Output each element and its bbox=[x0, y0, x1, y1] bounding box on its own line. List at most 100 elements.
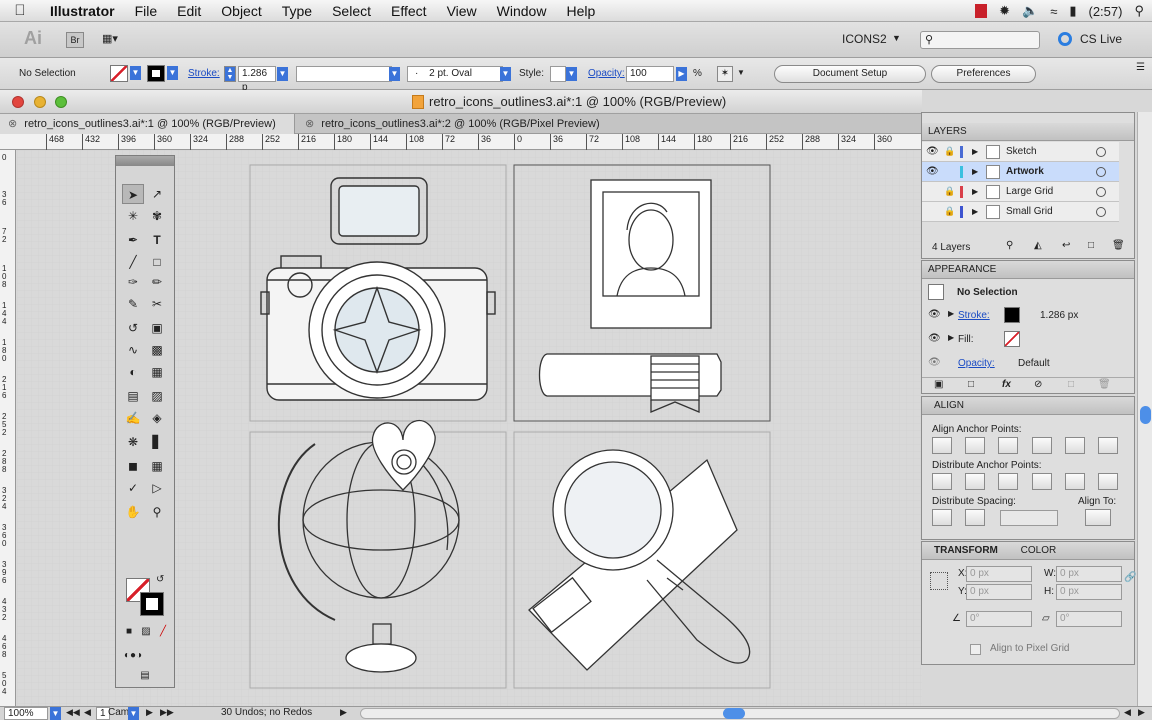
make-clipping-mask-icon[interactable]: ◭ bbox=[1034, 240, 1042, 251]
spotlight-icon[interactable]: ⚲ bbox=[1134, 3, 1144, 19]
shear-field[interactable]: 0° bbox=[1056, 611, 1122, 627]
align-top-button[interactable] bbox=[1032, 437, 1052, 454]
vertical-scrollbar[interactable] bbox=[1137, 112, 1152, 706]
color-mode-button[interactable]: ■ bbox=[120, 624, 138, 640]
appearance-stroke-label[interactable]: Stroke: bbox=[958, 310, 990, 321]
shape-builder-tool[interactable]: ◐ bbox=[122, 362, 144, 382]
zoom-tool[interactable]: ⚲ bbox=[146, 502, 168, 522]
stroke-expand-icon[interactable]: ▶ bbox=[948, 309, 954, 318]
align-left-button[interactable] bbox=[932, 437, 952, 454]
new-sublayer-icon[interactable]: ↩ bbox=[1062, 240, 1070, 251]
adobe-status-icon[interactable] bbox=[975, 4, 988, 18]
align-panel-header[interactable]: ALIGN bbox=[922, 397, 1134, 415]
pixel-grid-checkbox[interactable] bbox=[970, 644, 981, 655]
stroke-weight-dropdown[interactable]: ▼ bbox=[277, 67, 288, 81]
distribute-hcenter-button[interactable] bbox=[1065, 473, 1085, 490]
appearance-stroke-swatch[interactable] bbox=[1004, 307, 1020, 323]
reference-point-icon[interactable] bbox=[930, 572, 948, 590]
tab-document-1[interactable]: ⊗ retro_icons_outlines3.ai*:1 @ 100% (RG… bbox=[0, 114, 295, 134]
target-icon[interactable] bbox=[1096, 187, 1106, 197]
x-field[interactable]: 0 px bbox=[966, 566, 1032, 582]
distribute-vcenter-button[interactable] bbox=[965, 473, 985, 490]
gradient-mode-button[interactable]: ▨ bbox=[137, 624, 155, 640]
chevron-down-icon[interactable]: ▼ bbox=[737, 68, 745, 77]
stroke-weight-field[interactable]: 1.286 p bbox=[238, 66, 276, 93]
control-panel-menu-icon[interactable]: ☰ bbox=[1136, 62, 1145, 73]
y-field[interactable]: 0 px bbox=[966, 584, 1032, 600]
first-artboard-button[interactable]: ◀◀ bbox=[66, 707, 80, 718]
align-horizontal-center-button[interactable] bbox=[965, 437, 985, 454]
close-tab-icon[interactable]: ⊗ bbox=[305, 118, 314, 130]
horizontal-scroll-thumb[interactable] bbox=[723, 708, 745, 719]
type-tool[interactable]: T bbox=[146, 230, 168, 250]
menu-help[interactable]: Help bbox=[556, 3, 605, 19]
slice-tool[interactable]: ▦ bbox=[146, 456, 168, 476]
variable-width-dropdown[interactable]: ▼ bbox=[389, 67, 400, 81]
menu-view[interactable]: View bbox=[437, 3, 487, 19]
search-input[interactable]: ⚲ bbox=[920, 31, 1040, 49]
delete-item-icon[interactable]: 🗑 bbox=[1098, 379, 1111, 390]
target-icon[interactable] bbox=[1096, 167, 1106, 177]
tools-panel-header[interactable] bbox=[116, 156, 174, 166]
menu-file[interactable]: File bbox=[125, 3, 168, 19]
visibility-icon[interactable]: 👁 bbox=[926, 146, 939, 157]
appearance-panel-header[interactable]: APPEARANCE bbox=[922, 261, 1134, 279]
layer-row-large-grid[interactable]: 🔒 ▶ Large Grid bbox=[922, 182, 1119, 202]
scroll-left-icon[interactable]: ◀ bbox=[1124, 707, 1131, 718]
artboard-tool[interactable]: ◼ bbox=[122, 456, 144, 476]
line-tool[interactable]: ╱ bbox=[122, 252, 144, 272]
appearance-opacity-label[interactable]: Opacity: bbox=[958, 358, 995, 369]
perspective-grid-tool[interactable]: ▦ bbox=[146, 362, 168, 382]
layer-name[interactable]: Large Grid bbox=[1006, 186, 1053, 197]
pen-tool[interactable]: ✒ bbox=[122, 230, 144, 250]
stroke-visibility-icon[interactable]: 👁 bbox=[928, 309, 941, 320]
add-stroke-icon[interactable]: ▣ bbox=[934, 379, 943, 390]
fill-dropdown[interactable]: ▼ bbox=[130, 66, 141, 80]
layer-row-artwork[interactable]: 👁 ▶ Artwork bbox=[922, 162, 1119, 182]
stroke-swatch[interactable] bbox=[147, 65, 165, 82]
lasso-tool[interactable]: ✾ bbox=[146, 206, 168, 226]
variable-width-field[interactable] bbox=[296, 66, 392, 82]
rotate-tool[interactable]: ↺ bbox=[122, 318, 144, 338]
swap-colors-icon[interactable]: ↺ bbox=[156, 574, 164, 585]
layers-title[interactable]: LAYERS bbox=[928, 126, 967, 137]
battery-icon[interactable]: ▮ bbox=[1069, 3, 1076, 19]
expand-icon[interactable]: ▶ bbox=[972, 207, 978, 216]
stroke-dropdown[interactable]: ▼ bbox=[167, 66, 178, 80]
next-artboard-button[interactable]: ▶ bbox=[146, 707, 153, 718]
appearance-title[interactable]: APPEARANCE bbox=[928, 264, 996, 275]
expand-icon[interactable]: ▶ bbox=[972, 167, 978, 176]
expand-icon[interactable]: ▶ bbox=[972, 187, 978, 196]
duplicate-item-icon[interactable]: □ bbox=[1068, 379, 1074, 390]
distribute-left-button[interactable] bbox=[1032, 473, 1052, 490]
menu-select[interactable]: Select bbox=[322, 3, 381, 19]
new-layer-icon[interactable]: □ bbox=[1088, 240, 1094, 251]
cs-live-menu[interactable]: CS Live bbox=[1080, 32, 1122, 46]
opacity-visibility-icon[interactable]: 👁 bbox=[928, 357, 941, 368]
fill-expand-icon[interactable]: ▶ bbox=[948, 333, 954, 342]
hand-tool[interactable]: ✋ bbox=[122, 502, 144, 522]
constrain-proportions-icon[interactable]: 🔗 bbox=[1124, 572, 1136, 583]
vertical-distribute-space-button[interactable] bbox=[932, 509, 952, 526]
direct-selection-tool[interactable]: ↗ bbox=[146, 184, 168, 204]
rectangle-tool[interactable]: □ bbox=[146, 252, 168, 272]
lock-icon[interactable]: 🔒 bbox=[944, 186, 955, 197]
blob-brush-tool[interactable]: ✎ bbox=[122, 294, 144, 314]
menu-object[interactable]: Object bbox=[211, 3, 271, 19]
visibility-icon[interactable]: 👁 bbox=[926, 166, 939, 177]
delete-layer-icon[interactable]: 🗑 bbox=[1112, 240, 1125, 251]
align-bottom-button[interactable] bbox=[1098, 437, 1118, 454]
column-graph-tool[interactable]: ▋ bbox=[146, 432, 168, 452]
align-to-button[interactable] bbox=[1085, 509, 1111, 526]
cs-live-icon[interactable] bbox=[1058, 32, 1072, 46]
align-title[interactable]: ALIGN bbox=[934, 400, 964, 411]
stroke-color-swatch[interactable] bbox=[140, 592, 164, 616]
menu-edit[interactable]: Edit bbox=[167, 3, 211, 19]
locate-object-icon[interactable]: ⚲ bbox=[1006, 240, 1013, 251]
tab-color[interactable]: COLOR bbox=[1021, 545, 1057, 556]
workspace-switcher[interactable]: ICONS2 bbox=[842, 32, 887, 46]
zoom-dropdown[interactable]: ▼ bbox=[50, 707, 61, 720]
menu-type[interactable]: Type bbox=[272, 3, 322, 19]
gradient-tool[interactable]: ▨ bbox=[146, 386, 168, 406]
target-icon[interactable] bbox=[1096, 147, 1106, 157]
